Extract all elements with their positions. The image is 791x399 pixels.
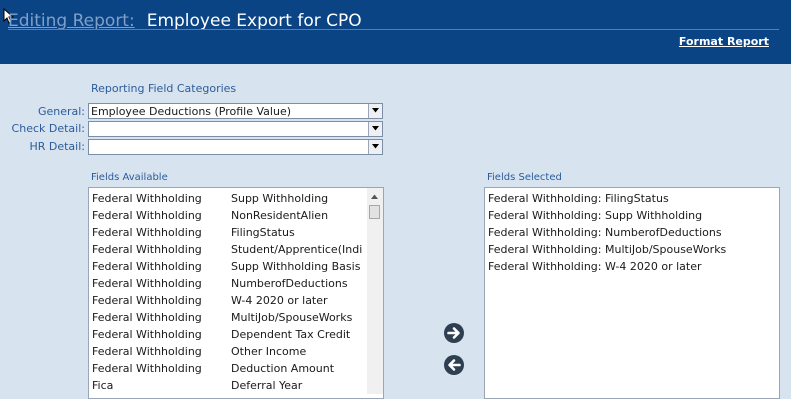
scrollbar-thumb[interactable]: [369, 205, 380, 219]
fields-available-list[interactable]: Federal Withholding Supp Withholding Fede…: [88, 187, 384, 399]
list-item[interactable]: Federal Withholding FilingStatus: [89, 224, 383, 241]
list-item[interactable]: Fica Deferral Year: [89, 377, 383, 394]
list-item[interactable]: Federal Withholding: W-4 2020 or later: [485, 258, 779, 275]
header-bar: Editing Report: Employee Export for CPO F…: [0, 0, 791, 64]
fields-available-caption: Fields Available: [91, 172, 168, 183]
list-item[interactable]: Federal Withholding Other Income: [89, 343, 383, 360]
list-item[interactable]: Federal Withholding Deduction Amount: [89, 360, 383, 377]
check-detail-label: Check Detail:: [11, 122, 85, 135]
general-label: General:: [37, 105, 85, 118]
list-item[interactable]: Federal Withholding NumberofDeductions: [89, 275, 383, 292]
hr-detail-dropdown-button[interactable]: [368, 140, 382, 154]
general-dropdown-button[interactable]: [368, 104, 382, 118]
list-item[interactable]: Federal Withholding Student/Apprentice(In…: [89, 241, 383, 258]
header-divider: [8, 29, 779, 30]
check-detail-dropdown-button[interactable]: [368, 122, 382, 136]
list-item[interactable]: Federal Withholding: Supp Withholding: [485, 207, 779, 224]
list-item[interactable]: Federal Withholding Supp Withholding Basi…: [89, 258, 383, 275]
hr-detail-label: HR Detail:: [29, 140, 85, 153]
list-item[interactable]: Federal Withholding: FilingStatus: [485, 190, 779, 207]
chevron-down-icon: [372, 126, 379, 131]
categories-caption: Reporting Field Categories: [91, 82, 237, 95]
scroll-up-arrow-icon[interactable]: [371, 194, 378, 199]
chevron-down-icon: [372, 108, 379, 113]
list-item[interactable]: Federal Withholding: MultiJob/SpouseWork…: [485, 241, 779, 258]
report-name: Employee Export for CPO: [146, 11, 362, 31]
format-report-link[interactable]: Format Report: [679, 35, 769, 48]
title-prefix: Editing Report:: [8, 11, 135, 31]
list-item[interactable]: Federal Withholding: NumberofDeductions: [485, 224, 779, 241]
list-item[interactable]: Federal Withholding NonResidentAlien: [89, 207, 383, 224]
hr-detail-combo[interactable]: [88, 139, 383, 155]
list-item[interactable]: Federal Withholding Supp Withholding: [89, 190, 383, 207]
vertical-scrollbar[interactable]: [367, 188, 383, 394]
fields-selected-list[interactable]: Federal Withholding: FilingStatus Federa…: [484, 187, 780, 399]
check-detail-combo[interactable]: [88, 121, 383, 137]
general-combo[interactable]: Employee Deductions (Profile Value): [88, 103, 383, 119]
chevron-down-icon: [372, 144, 379, 149]
list-item[interactable]: Federal Withholding W-4 2020 or later: [89, 292, 383, 309]
fields-selected-caption: Fields Selected: [487, 172, 562, 183]
list-item[interactable]: Federal Withholding MultiJob/SpouseWorks: [89, 309, 383, 326]
add-field-arrow-icon[interactable]: [443, 322, 465, 344]
general-combo-value: Employee Deductions (Profile Value): [91, 105, 292, 118]
remove-field-arrow-icon[interactable]: [443, 354, 465, 376]
list-item[interactable]: Federal Withholding Dependent Tax Credit: [89, 326, 383, 343]
